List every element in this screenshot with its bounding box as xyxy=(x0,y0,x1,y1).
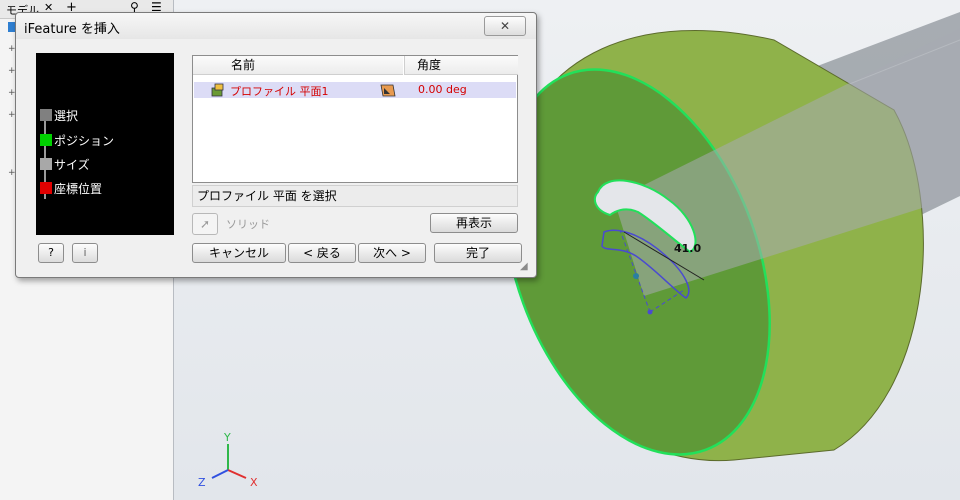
close-button[interactable]: ✕ xyxy=(484,16,526,36)
table-row[interactable]: プロファイル 平面1 0.00 deg xyxy=(194,82,516,98)
cursor-arrow-icon: ➚ xyxy=(199,217,211,231)
finish-button[interactable]: 完了 xyxy=(434,243,522,263)
solid-label: ソリッド xyxy=(226,218,270,231)
row-angle-value[interactable]: 0.00 deg xyxy=(418,83,467,96)
dialog-titlebar[interactable]: iFeature を挿入 ✕ xyxy=(16,13,536,39)
sketch-point[interactable] xyxy=(633,273,639,279)
solid-select-button[interactable]: ➚ xyxy=(192,213,218,235)
step-status-icon xyxy=(40,182,52,194)
feature-icon xyxy=(211,83,224,97)
step-label: 座標位置 xyxy=(54,182,103,196)
x-axis-line xyxy=(227,469,247,479)
ifeature-parameter-table[interactable]: 名前 角度 プロファイル 平面1 0.00 deg xyxy=(192,55,518,183)
help-button[interactable]: ? xyxy=(38,243,64,263)
z-axis-line xyxy=(211,469,229,479)
prompt-status-bar: プロファイル 平面 を選択 xyxy=(192,185,518,207)
column-header-angle[interactable]: 角度 xyxy=(404,56,518,75)
pick-plane-icon[interactable] xyxy=(380,82,396,98)
step-label: ポジション xyxy=(54,134,115,148)
step-label: 選択 xyxy=(54,109,79,123)
sketch-origin-point[interactable] xyxy=(647,309,653,315)
dialog-title: iFeature を挿入 xyxy=(24,22,120,37)
x-axis-label: X xyxy=(250,476,258,489)
cancel-button[interactable]: キャンセル xyxy=(192,243,286,263)
steps-preview-panel: 選択 ポジション サイズ 座標位置 xyxy=(36,53,174,235)
row-name-value: プロファイル 平面1 xyxy=(230,85,329,98)
next-button[interactable]: 次へ > xyxy=(358,243,426,263)
prompt-text: プロファイル 平面 を選択 xyxy=(197,189,337,203)
insert-ifeature-dialog: iFeature を挿入 ✕ 選択 ポジション サイズ 座標位置 ? i 名前 xyxy=(15,12,537,278)
step-status-icon xyxy=(40,134,52,146)
step-status-icon xyxy=(40,109,52,121)
info-icon: i xyxy=(83,246,87,259)
y-axis-label: Y xyxy=(223,431,231,444)
step-label: サイズ xyxy=(54,158,90,172)
step-status-icon xyxy=(40,158,52,170)
help-icon: ? xyxy=(48,246,54,259)
dimension-value[interactable]: 41.0 xyxy=(674,242,701,255)
column-header-name[interactable]: 名前 xyxy=(193,56,403,75)
z-axis-label: Z xyxy=(198,476,206,489)
back-button[interactable]: < 戻る xyxy=(288,243,356,263)
info-button[interactable]: i xyxy=(72,243,98,263)
axis-triad: Y X Z xyxy=(198,431,258,489)
redisplay-button[interactable]: 再表示 xyxy=(430,213,518,233)
resize-grip-icon[interactable]: ◢ xyxy=(520,261,528,272)
